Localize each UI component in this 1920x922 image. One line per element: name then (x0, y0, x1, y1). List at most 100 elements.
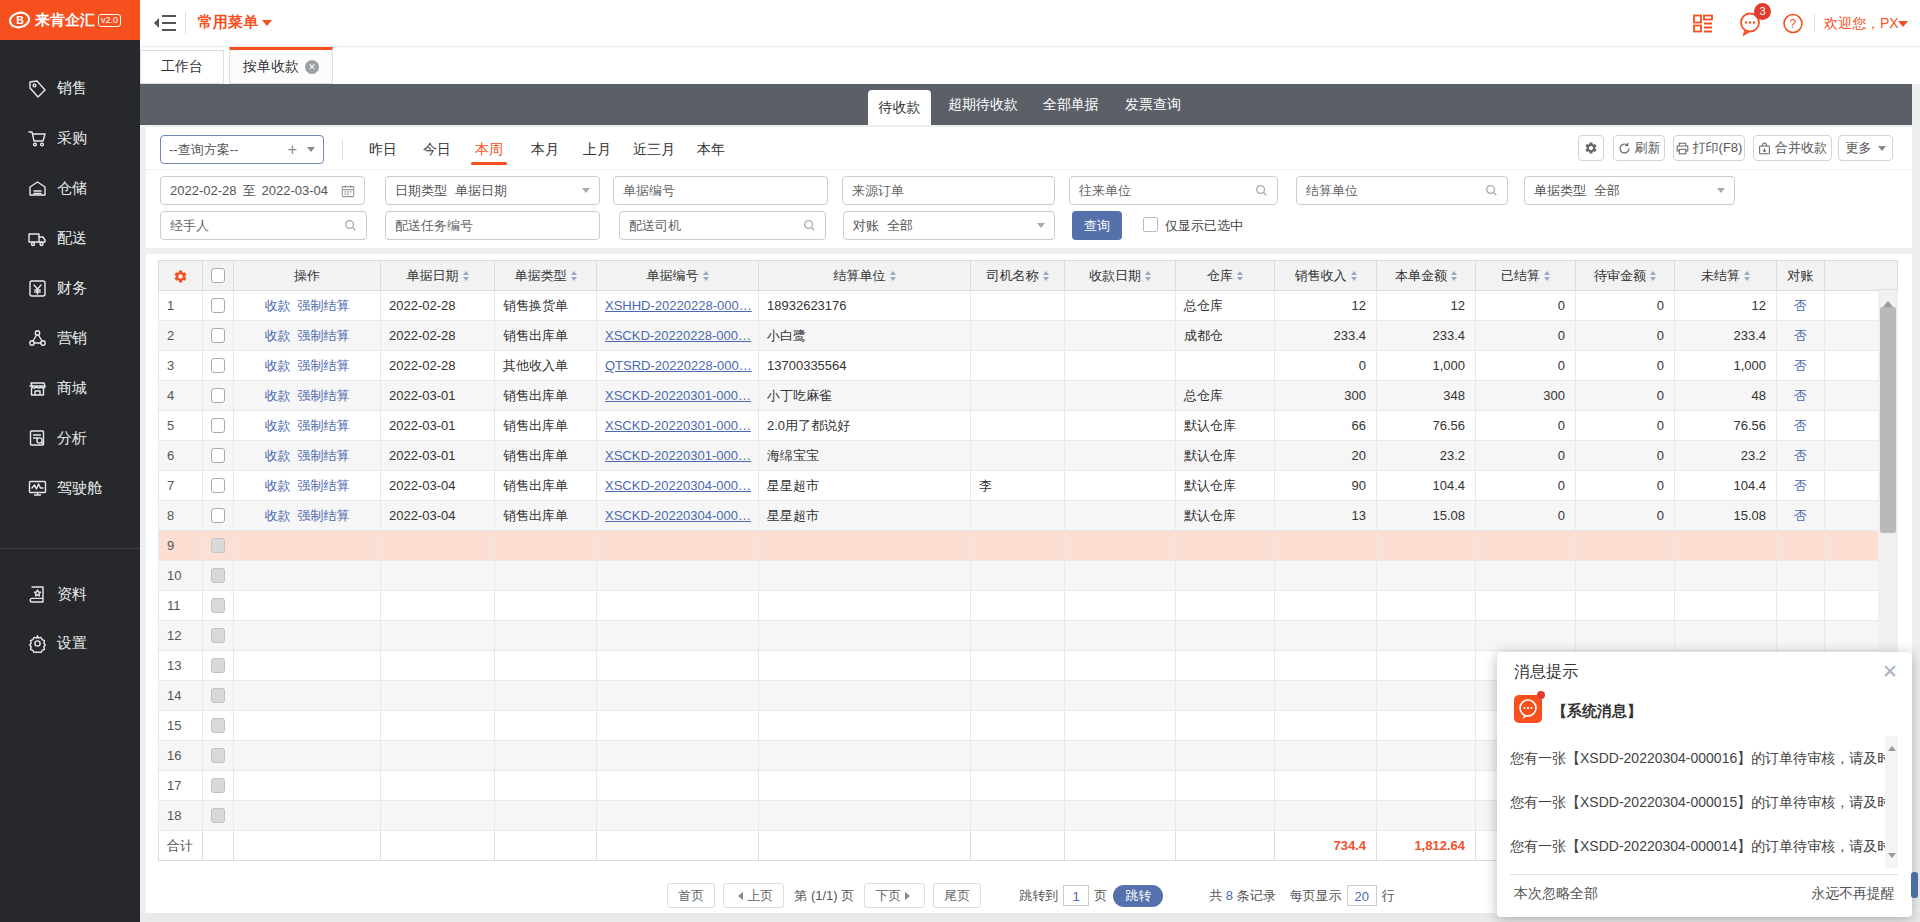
sort-icon[interactable] (1351, 268, 1357, 284)
per-page-input[interactable]: 20 (1347, 885, 1377, 906)
force-settle-link[interactable]: 强制结算 (298, 478, 350, 493)
date-type-select[interactable]: 日期类型单据日期 (385, 176, 600, 205)
message-item[interactable]: 您有一张【XSDD-20220304-000016】的订单待审核，请及时处理 (1510, 736, 1888, 780)
close-tab-icon[interactable]: ✕ (305, 60, 319, 74)
column-header[interactable]: 单据类型 (495, 261, 597, 291)
sidebar-item-7[interactable]: 商城 (0, 363, 140, 413)
quick-date-5[interactable]: 上月 (583, 135, 611, 163)
tab-workbench[interactable]: 工作台 (140, 50, 224, 84)
row-checkbox[interactable] (203, 351, 234, 381)
force-settle-link[interactable]: 强制结算 (298, 508, 350, 523)
column-header[interactable]: 销售收入 (1275, 261, 1377, 291)
doc-no-link[interactable]: QTSRD-20220228-000… (605, 358, 752, 373)
scroll-up-icon[interactable] (1883, 296, 1893, 307)
sort-icon[interactable] (1145, 268, 1151, 284)
receive-link[interactable]: 收款 (264, 418, 290, 433)
doc-no-link[interactable]: XSCKD-20220304-000… (605, 508, 751, 523)
force-settle-link[interactable]: 强制结算 (298, 448, 350, 463)
reconcile-link[interactable]: 否 (1794, 298, 1807, 313)
column-header[interactable]: 仓库 (1176, 261, 1275, 291)
row-checkbox[interactable] (203, 441, 234, 471)
row-checkbox[interactable] (203, 291, 234, 321)
welcome-user[interactable]: 欢迎您，PX (1824, 15, 1899, 33)
doc-no-link[interactable]: XSCKD-20220304-000… (605, 478, 751, 493)
view-tab-overdue[interactable]: 超期待收款 (948, 84, 1018, 125)
quick-date-6[interactable]: 近三月 (633, 135, 675, 163)
receive-link[interactable]: 收款 (264, 508, 290, 523)
refresh-button[interactable]: 刷新 (1613, 135, 1665, 161)
reconcile-link[interactable]: 否 (1794, 478, 1807, 493)
doc-no-input[interactable]: 单据编号 (613, 176, 828, 205)
doc-no-link[interactable]: XSCKD-20220301-000… (605, 448, 751, 463)
handler-input[interactable]: 经手人 (160, 211, 367, 240)
reconcile-link[interactable]: 否 (1794, 418, 1807, 433)
last-page-button[interactable]: 尾页 (933, 883, 981, 908)
close-popup-icon[interactable]: ✕ (1882, 660, 1898, 683)
add-plan-icon[interactable]: + (288, 141, 297, 159)
jump-button[interactable]: 跳转 (1113, 885, 1163, 907)
column-header[interactable]: 结算单位 (759, 261, 971, 291)
driver-input[interactable]: 配送司机 (619, 211, 826, 240)
message-item[interactable]: 您有一张【XSDD-20220304-000014】的订单待审核，请及时处理 (1510, 824, 1888, 868)
popup-scrollbar[interactable] (1885, 736, 1898, 868)
sort-icon[interactable] (1650, 268, 1656, 284)
sidebar-item-6[interactable]: 营销 (0, 313, 140, 363)
sidebar-item-2[interactable]: 采购 (0, 113, 140, 163)
sort-icon[interactable] (1544, 268, 1550, 284)
receive-link[interactable]: 收款 (264, 358, 290, 373)
column-header[interactable]: 单据日期 (381, 261, 495, 291)
sort-icon[interactable] (463, 268, 469, 284)
delivery-task-input[interactable]: 配送任务编号 (385, 211, 600, 240)
more-button[interactable]: 更多 (1838, 135, 1893, 161)
quick-date-1[interactable]: 昨日 (369, 135, 397, 163)
row-checkbox[interactable] (203, 381, 234, 411)
scroll-up-icon[interactable] (1888, 742, 1896, 751)
row-checkbox[interactable] (203, 501, 234, 531)
sort-icon[interactable] (890, 268, 896, 284)
sidebar-item-9[interactable]: 驾驶舱 (0, 463, 140, 513)
column-header[interactable]: 未结算 (1675, 261, 1777, 291)
column-header[interactable]: 已结算 (1476, 261, 1576, 291)
collapse-menu-icon[interactable] (154, 13, 178, 33)
doc-no-link[interactable]: XSCKD-20220301-000… (605, 418, 751, 433)
quick-date-7[interactable]: 本年 (697, 135, 725, 163)
date-range-input[interactable]: 2022-02-28至2022-03-04 (160, 176, 365, 205)
scrollbar-thumb[interactable] (1880, 307, 1896, 533)
receive-link[interactable]: 收款 (264, 388, 290, 403)
sidebar-item-8[interactable]: 分析 (0, 413, 140, 463)
apps-grid-icon[interactable] (1692, 0, 1714, 47)
sidebar-item-3[interactable]: 仓储 (0, 163, 140, 213)
force-settle-link[interactable]: 强制结算 (298, 298, 350, 313)
row-checkbox[interactable] (203, 321, 234, 351)
doc-no-link[interactable]: XSHHD-20220228-000… (605, 298, 752, 313)
quick-date-2[interactable]: 今日 (423, 135, 451, 163)
doc-no-link[interactable]: XSCKD-20220228-000… (605, 328, 751, 343)
page-scrollbar-thumb[interactable] (1911, 872, 1918, 898)
force-settle-link[interactable]: 强制结算 (298, 328, 350, 343)
sort-icon[interactable] (1451, 268, 1457, 284)
settings-gear-button[interactable] (1578, 135, 1604, 161)
column-header[interactable]: 本单金额 (1377, 261, 1476, 291)
view-tab-invoice[interactable]: 发票查询 (1125, 84, 1181, 125)
column-header[interactable]: 单据编号 (597, 261, 759, 291)
sidebar-item-5[interactable]: 财务 (0, 263, 140, 313)
reconcile-link[interactable]: 否 (1794, 328, 1807, 343)
column-header[interactable]: 对账 (1777, 261, 1825, 291)
reconcile-select[interactable]: 对账全部 (843, 211, 1055, 240)
search-button[interactable]: 查询 (1072, 211, 1122, 240)
force-settle-link[interactable]: 强制结算 (298, 418, 350, 433)
receive-link[interactable]: 收款 (264, 298, 290, 313)
doc-type-select[interactable]: 单据类型全部 (1524, 176, 1735, 205)
sidebar-item-1[interactable]: 销售 (0, 63, 140, 113)
first-page-button[interactable]: 首页 (667, 883, 715, 908)
print-button[interactable]: 打印(F8) (1673, 135, 1745, 161)
column-header[interactable]: 收款日期 (1065, 261, 1176, 291)
common-menu-button[interactable]: 常用菜单 (198, 13, 258, 32)
prev-page-button[interactable]: 上页 (723, 883, 784, 908)
reconcile-link[interactable]: 否 (1794, 508, 1807, 523)
jump-page-input[interactable]: 1 (1063, 885, 1089, 906)
source-order-input[interactable]: 来源订单 (842, 176, 1055, 205)
message-item[interactable]: 您有一张【XSDD-20220304-000015】的订单待审核，请及时处理 (1510, 780, 1888, 824)
sidebar-item-bottom-1[interactable]: 资料 (0, 569, 140, 619)
ignore-all-link[interactable]: 本次忽略全部 (1514, 885, 1598, 903)
